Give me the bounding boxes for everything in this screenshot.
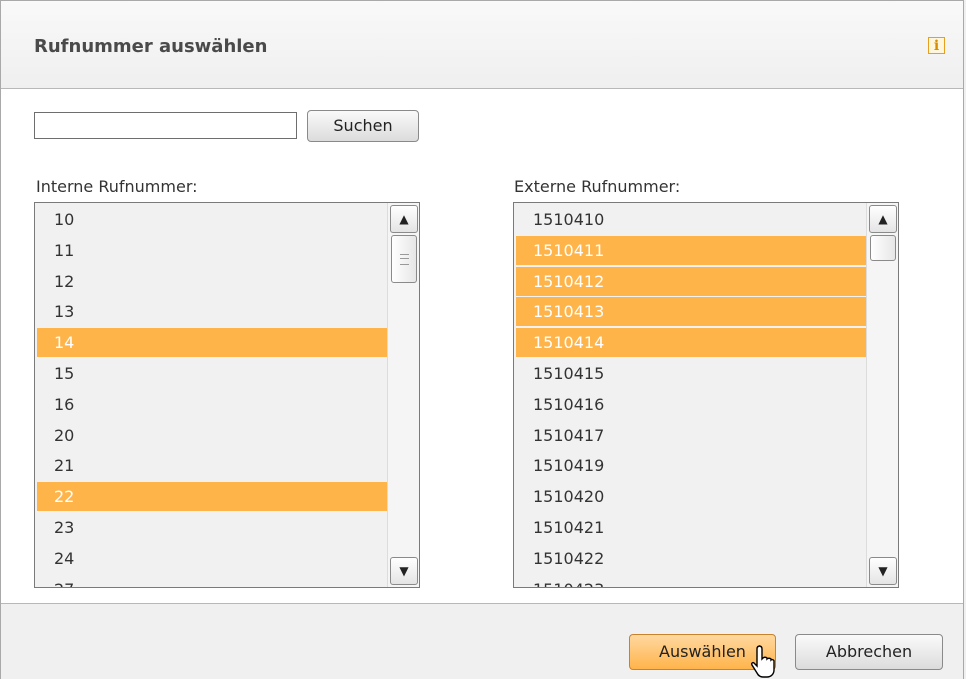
list-item[interactable]: 23 bbox=[37, 513, 387, 542]
list-item[interactable]: 15 bbox=[37, 359, 387, 388]
list-item[interactable]: 1510420 bbox=[516, 482, 866, 511]
list-item[interactable]: 1510419 bbox=[516, 451, 866, 480]
scroll-thumb[interactable] bbox=[870, 235, 896, 261]
dialog-body: Suchen Interne Rufnummer: 10 11 12 13 14 15 16… bbox=[1, 89, 963, 603]
external-number-listbox[interactable]: 1510410 1510411 1510412 1510413 1510414 15104… bbox=[513, 202, 899, 588]
hand-cursor-icon bbox=[751, 645, 775, 678]
select-number-dialog: Rufnummer auswählen i Suchen Interne Ruf… bbox=[0, 0, 964, 679]
list-item[interactable]: 1510410 bbox=[516, 205, 866, 234]
internal-number-label: Interne Rufnummer: bbox=[36, 177, 198, 196]
scroll-up-icon[interactable]: ▲ bbox=[390, 205, 418, 233]
list-item[interactable]: 1510413 bbox=[516, 297, 866, 327]
list-item[interactable]: 13 bbox=[37, 297, 387, 326]
list-item[interactable]: 1510414 bbox=[516, 328, 866, 358]
list-item[interactable]: 10 bbox=[37, 205, 387, 234]
cancel-button[interactable]: Abbrechen bbox=[795, 634, 943, 670]
list-item[interactable]: 12 bbox=[37, 267, 387, 296]
internal-scrollbar[interactable]: ▲ ▼ bbox=[387, 203, 419, 587]
list-item[interactable]: 1510423 bbox=[516, 575, 866, 587]
dialog-header: Rufnummer auswählen i bbox=[1, 1, 963, 89]
list-item[interactable]: 1510412 bbox=[516, 266, 866, 296]
dialog-title: Rufnummer auswählen bbox=[34, 36, 268, 57]
scroll-thumb[interactable] bbox=[391, 235, 417, 283]
list-item[interactable]: 1510421 bbox=[516, 513, 866, 542]
list-item[interactable]: 24 bbox=[37, 544, 387, 573]
list-item[interactable]: 21 bbox=[37, 451, 387, 480]
internal-number-listbox[interactable]: 101112131415162021222324 27 ▲ ▼ bbox=[34, 202, 420, 588]
list-item[interactable]: 20 bbox=[37, 421, 387, 450]
external-scrollbar[interactable]: ▲ ▼ bbox=[866, 203, 898, 587]
grip-icon bbox=[400, 254, 409, 265]
list-item[interactable]: 27 bbox=[37, 575, 387, 587]
list-item[interactable]: 11 bbox=[37, 236, 387, 265]
external-number-label: Externe Rufnummer: bbox=[514, 177, 681, 196]
search-button[interactable]: Suchen bbox=[307, 110, 419, 142]
list-item[interactable]: 16 bbox=[37, 390, 387, 419]
list-item[interactable]: 22 bbox=[37, 482, 387, 512]
scroll-up-icon[interactable]: ▲ bbox=[869, 205, 897, 233]
list-item[interactable]: 1510411 bbox=[516, 235, 866, 265]
dialog-footer: Auswählen Abbrechen bbox=[1, 603, 963, 679]
external-number-list: 1510410 1510411 1510412 1510413 1510414 15104… bbox=[516, 205, 866, 587]
scroll-down-icon[interactable]: ▼ bbox=[869, 557, 897, 585]
list-item[interactable]: 1510417 bbox=[516, 421, 866, 450]
info-icon[interactable]: i bbox=[928, 37, 945, 54]
internal-number-list: 101112131415162021222324 27 bbox=[37, 205, 387, 587]
list-item[interactable]: 1510416 bbox=[516, 390, 866, 419]
scroll-down-icon[interactable]: ▼ bbox=[390, 557, 418, 585]
list-item[interactable]: 1510415 bbox=[516, 359, 866, 388]
search-input[interactable] bbox=[34, 112, 297, 139]
list-item[interactable]: 14 bbox=[37, 328, 387, 358]
list-item[interactable]: 1510422 bbox=[516, 544, 866, 573]
